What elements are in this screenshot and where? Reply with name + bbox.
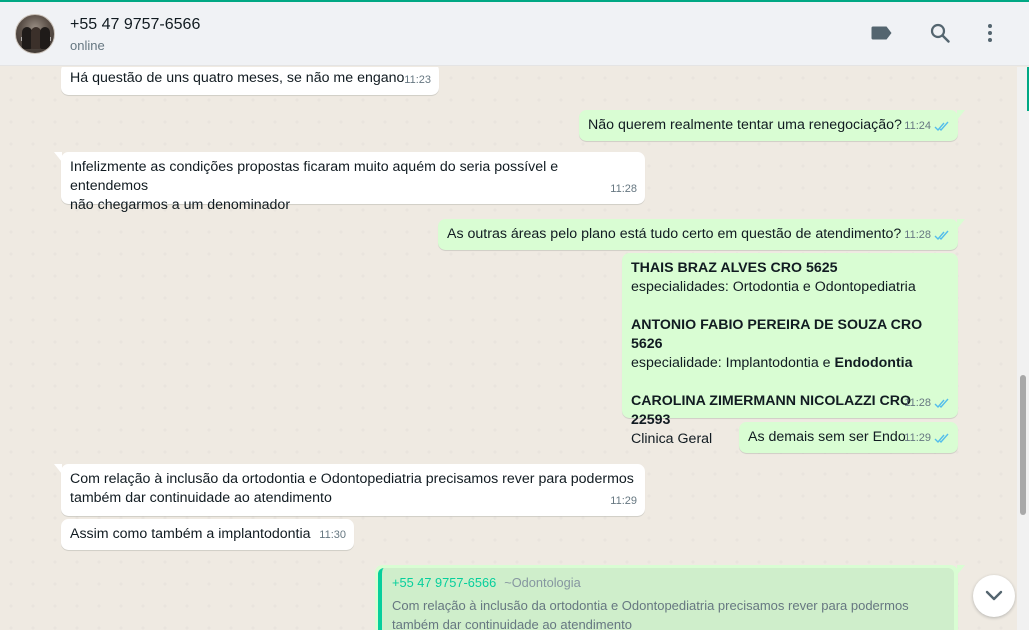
message-text-line: também dar continuidade ao atendimento: [70, 490, 332, 506]
message-time: 11:23: [404, 74, 431, 86]
message-text: Assim como também a implantodontia: [70, 526, 311, 542]
label-icon[interactable]: [869, 20, 895, 46]
message-bubble-outgoing-reply[interactable]: +55 47 9757-6566 ~Odontologia Com relação…: [375, 565, 965, 630]
quoted-sender-pushname: ~Odontologia: [504, 575, 581, 590]
dentist-specialty: especialidade: Implantodontia e Endodont…: [631, 355, 913, 371]
search-icon[interactable]: [927, 20, 953, 46]
message-text: As outras áreas pelo plano está tudo cer…: [447, 226, 902, 242]
message-text: Há questão de uns quatro meses, se não m…: [70, 70, 405, 86]
dentist-name: ANTONIO FABIO PEREIRA DE SOUZA CRO 5626: [631, 317, 923, 352]
contact-info[interactable]: +55 47 9757-6566 online: [70, 15, 200, 55]
contact-status: online: [70, 38, 105, 53]
quoted-text-line: também dar continuidade ao atendimento: [392, 617, 632, 630]
read-receipt-icon: [934, 398, 949, 409]
menu-icon[interactable]: [977, 20, 1003, 46]
message-list[interactable]: Há questão de uns quatro meses, se não m…: [0, 67, 1017, 630]
message-time: 11:24: [904, 117, 950, 136]
quoted-text-line: Com relação à inclusão da ortodontia e O…: [392, 598, 909, 613]
message-bubble-outgoing[interactable]: As outras áreas pelo plano está tudo cer…: [438, 219, 965, 250]
message-text: Não querem realmente tentar uma renegoci…: [588, 117, 902, 133]
message-text: As demais sem ser Endo: [748, 429, 906, 445]
message-time: 11:28: [904, 226, 950, 245]
contact-avatar[interactable]: [15, 14, 55, 54]
message-text-line: Com relação à inclusão da ortodontia e O…: [70, 471, 634, 487]
message-time: 11:30: [319, 529, 346, 541]
message-bubble-outgoing[interactable]: Não querem realmente tentar uma renegoci…: [579, 110, 965, 141]
scrollbar[interactable]: [1017, 67, 1029, 630]
scrollbar-thumb[interactable]: [1020, 375, 1026, 515]
contact-name: +55 47 9757-6566: [70, 16, 201, 33]
scroll-down-button[interactable]: [973, 575, 1015, 617]
quoted-message[interactable]: +55 47 9757-6566 ~Odontologia Com relação…: [378, 568, 954, 630]
dentist-specialty: especialidades: Ortodontia e Odontopedia…: [631, 279, 916, 295]
message-bubble-incoming[interactable]: Assim como também a implantodontia 11:30: [61, 519, 354, 550]
message-time: 11:29: [610, 495, 637, 507]
message-text-line: Infelizmente as condições propostas fica…: [70, 159, 559, 194]
read-receipt-icon: [934, 121, 949, 132]
message-bubble-incoming[interactable]: Com relação à inclusão da ortodontia e O…: [54, 464, 645, 516]
message-time: 11:28: [610, 183, 637, 195]
chevron-down-icon: [985, 590, 1003, 601]
message-bubble-outgoing[interactable]: As demais sem ser Endo 11:29: [739, 422, 958, 453]
read-receipt-icon: [934, 433, 949, 444]
message-bubble-incoming[interactable]: Há questão de uns quatro meses, se não m…: [61, 67, 439, 95]
read-receipt-icon: [934, 230, 949, 241]
dentist-name: THAIS BRAZ ALVES CRO 5625: [631, 260, 838, 276]
message-bubble-incoming[interactable]: Infelizmente as condições propostas fica…: [54, 152, 645, 213]
message-time: 11:29: [904, 429, 950, 448]
message-text-line: não chegarmos a um denominador: [70, 197, 291, 213]
message-time: 11:28: [904, 394, 950, 413]
chat-header[interactable]: +55 47 9757-6566 online: [0, 2, 1029, 66]
quoted-sender-name: +55 47 9757-6566: [392, 575, 497, 590]
message-bubble-outgoing[interactable]: THAIS BRAZ ALVES CRO 5625 especialidades…: [622, 253, 958, 447]
